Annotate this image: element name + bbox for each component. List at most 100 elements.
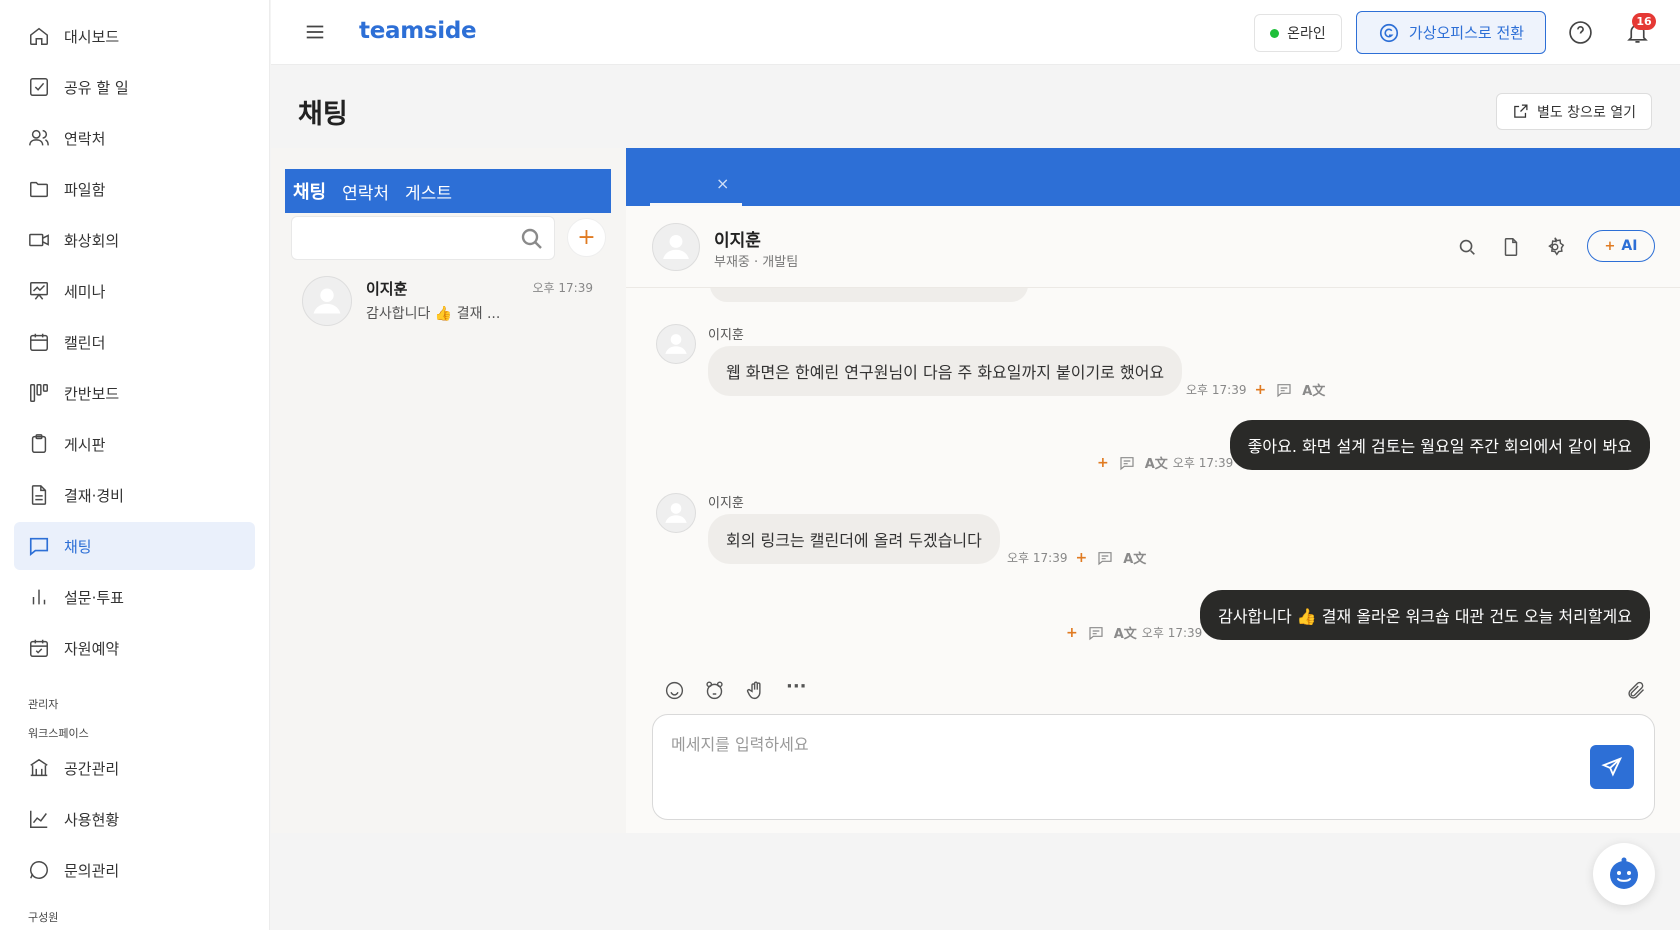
message-circle-icon (30, 861, 48, 879)
reply-comment-icon[interactable] (1088, 625, 1104, 641)
conversation-panel: × 이지훈 부재중 · 개발팀 + AI 이지훈 웹 화면은 한예린 연구원님이… (626, 148, 1680, 833)
sidebar-item-resource-booking[interactable]: 자원예약 (14, 624, 255, 672)
sidebar-item-label: 공간관리 (64, 759, 120, 778)
presence-status-label: 온라인 (1287, 26, 1326, 42)
sidebar-item-chat[interactable]: 채팅 (14, 522, 255, 570)
chat-list-item-preview: 감사합니다 👍 결재 ... (366, 306, 501, 322)
message-bubble-outgoing[interactable]: 감사합니다 👍 결재 올라온 워크숍 대관 건도 오늘 처리할게요 (1200, 590, 1650, 640)
user-placeholder-icon (313, 288, 341, 314)
app-logo[interactable]: teamside (359, 18, 477, 44)
open-new-window-button[interactable]: 별도 창으로 열기 (1496, 93, 1652, 130)
sidebar-item-approval[interactable]: 결재·경비 (14, 471, 255, 519)
sidebar-item-space-management[interactable]: 공간관리 (14, 744, 255, 792)
more-icon[interactable]: ··· (786, 676, 810, 697)
online-dot-icon (1270, 28, 1280, 38)
search-icon[interactable] (520, 227, 544, 251)
top-header: teamside 온라인 가상오피스로 전환 16 (271, 0, 1680, 65)
reply-comment-icon[interactable] (1097, 550, 1113, 566)
section-admin: 관리자 (28, 698, 59, 711)
translate-icon[interactable]: A文 (1302, 380, 1325, 399)
tab-guest[interactable]: 게스트 (405, 179, 452, 204)
sidebar-item-seminar[interactable]: 세미나 (14, 267, 255, 315)
close-icon[interactable]: × (716, 174, 729, 193)
tab-contacts[interactable]: 연락처 (342, 179, 389, 204)
tab-chat[interactable]: 채팅 (293, 178, 326, 204)
user-placeholder-icon (665, 334, 687, 354)
add-chat-button[interactable]: + (567, 218, 606, 257)
sidebar-item-kanban[interactable]: 칸반보드 (14, 369, 255, 417)
sidebar-item-label: 파일함 (64, 180, 106, 199)
reply-comment-icon[interactable] (1276, 382, 1292, 398)
menu-icon[interactable] (304, 21, 326, 43)
sidebar-item-calendar[interactable]: 캘린더 (14, 318, 255, 366)
user-placeholder-icon (663, 235, 689, 259)
avatar (302, 276, 352, 326)
sidebar-item-files[interactable]: 파일함 (14, 165, 255, 213)
message-list: 이지훈 웹 화면은 한예린 연구원님이 다음 주 화요일까지 붙이기로 했어요 … (626, 288, 1680, 668)
sidebar-item-survey[interactable]: 설문·투표 (14, 573, 255, 621)
file-icon[interactable] (1500, 236, 1522, 258)
add-reaction-icon[interactable]: + (1075, 550, 1087, 566)
send-button[interactable] (1590, 745, 1634, 789)
switch-virtual-office-label: 가상오피스로 전환 (1408, 24, 1525, 42)
sparkle-icon: + (1604, 238, 1616, 254)
ai-button[interactable]: + AI (1587, 230, 1655, 262)
clipboard-icon (31, 434, 47, 453)
sidebar-item-label: 연락처 (64, 129, 106, 148)
sidebar-item-label: 칸반보드 (64, 384, 120, 403)
switch-virtual-office-button[interactable]: 가상오피스로 전환 (1356, 11, 1546, 54)
presence-status[interactable]: 온라인 (1254, 14, 1342, 52)
section-workspace: 워크스페이스 (28, 727, 89, 740)
message-time: 오후 17:39 (1186, 383, 1247, 397)
sidebar-item-label: 공유 할 일 (64, 78, 129, 97)
avatar[interactable] (656, 493, 696, 533)
folder-icon (30, 181, 48, 198)
sidebar-item-shared-todo[interactable]: 공유 할 일 (14, 63, 255, 111)
sidebar-item-label: 채팅 (64, 537, 92, 556)
sidebar-item-dashboard[interactable]: 대시보드 (14, 12, 255, 60)
message-bubble-incoming[interactable]: 회의 링크는 캘린더에 올려 두겠습니다 (708, 514, 1000, 564)
reply-comment-icon[interactable] (1119, 455, 1135, 471)
emoji-icon[interactable] (664, 680, 685, 701)
chat-search-input[interactable] (292, 217, 492, 259)
building-icon (30, 758, 48, 777)
hand-wave-icon[interactable] (745, 680, 766, 701)
sidebar-item-contacts[interactable]: 연락처 (14, 114, 255, 162)
message-bubble-incoming[interactable]: 웹 화면은 한예린 연구원님이 다음 주 화요일까지 붙이기로 했어요 (708, 346, 1183, 396)
conversation-header: 이지훈 부재중 · 개발팀 + AI (626, 206, 1680, 288)
sidebar-item-usage[interactable]: 사용현황 (14, 795, 255, 843)
chat-list-item[interactable]: 이지훈 감사합니다 👍 결재 ... 오후 17:39 (271, 276, 626, 340)
sticker-icon[interactable] (704, 680, 725, 701)
add-reaction-icon[interactable]: + (1097, 455, 1109, 471)
page-title: 채팅 (298, 99, 348, 130)
avatar[interactable] (656, 324, 696, 364)
robot-icon (1610, 857, 1638, 889)
add-reaction-icon[interactable]: + (1254, 382, 1266, 398)
translate-icon[interactable]: A文 (1114, 623, 1137, 642)
translate-icon[interactable]: A文 (1145, 453, 1168, 472)
checkbox-icon (30, 78, 48, 96)
kanban-icon (30, 384, 48, 402)
paperclip-icon[interactable] (1626, 680, 1647, 701)
add-reaction-icon[interactable]: + (1066, 625, 1078, 641)
help-icon[interactable] (1568, 20, 1593, 45)
message-bubble-outgoing[interactable]: 좋아요. 화면 설계 검토는 월요일 주간 회의에서 같이 봐요 (1229, 420, 1650, 470)
search-icon[interactable] (1456, 236, 1478, 258)
message-time: 오후 17:39 (1007, 551, 1068, 565)
document-icon (31, 485, 47, 505)
sidebar-item-inquiry[interactable]: 문의관리 (14, 846, 255, 894)
translate-icon[interactable]: A文 (1123, 548, 1146, 567)
gear-icon[interactable] (1544, 236, 1566, 258)
chatbot-button[interactable] (1593, 843, 1655, 905)
avatar[interactable] (652, 223, 700, 271)
sidebar-item-label: 캘린더 (64, 333, 106, 352)
sidebar-item-label: 게시판 (64, 435, 106, 454)
line-chart-icon (30, 810, 48, 828)
message-meta: 오후 17:39 + A文 (1186, 380, 1325, 400)
sidebar-item-video-meeting[interactable]: 화상회의 (14, 216, 255, 264)
sidebar-item-label: 대시보드 (64, 27, 120, 46)
sidebar-item-board[interactable]: 게시판 (14, 420, 255, 468)
send-icon (1601, 757, 1623, 777)
calendar-icon (30, 333, 48, 351)
message-input[interactable] (671, 731, 1551, 811)
